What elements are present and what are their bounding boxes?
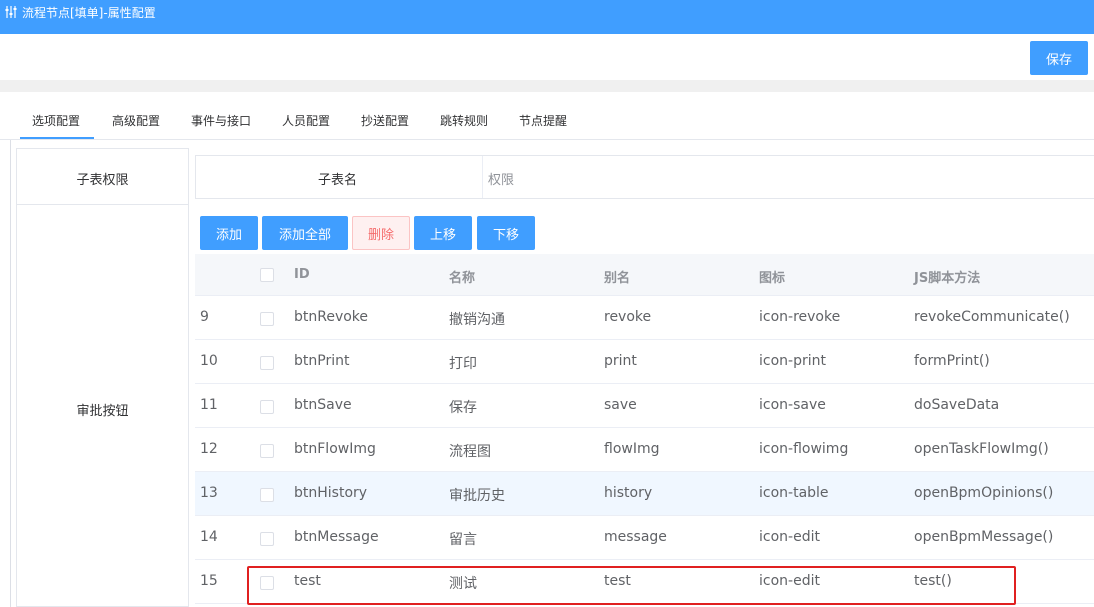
cell-id: btnHistory (294, 485, 368, 501)
cell-alias: revoke (604, 309, 652, 325)
cell-js: test() (914, 573, 952, 589)
table-row[interactable]: 10 btnPrint 打印 print icon-print formPrin… (195, 340, 1094, 384)
cell-name: 撤销沟通 (449, 312, 505, 328)
add-all-button[interactable]: 添加全部 (262, 216, 348, 250)
tab-users[interactable]: 人员配置 (282, 112, 330, 129)
row-checkbox[interactable] (260, 576, 274, 590)
cell-alias: message (604, 529, 667, 545)
cell-icon: icon-save (759, 397, 826, 413)
column-header-name: 名称 (449, 271, 476, 286)
cell-js: openBpmMessage() (914, 529, 1054, 545)
row-number: 10 (200, 353, 218, 369)
tab-reminder[interactable]: 节点提醒 (519, 112, 567, 129)
window-title: 流程节点[填单]-属性配置 (22, 6, 156, 20)
row-checkbox[interactable] (260, 488, 274, 502)
row-checkbox[interactable] (260, 400, 274, 414)
table-header: ID 名称 别名 图标 JS脚本方法 (195, 254, 1094, 296)
column-header-icon: 图标 (759, 271, 786, 286)
select-all-checkbox[interactable] (260, 268, 274, 282)
approval-buttons-label-cell: 审批按钮 (16, 204, 189, 607)
tab-jump-rules[interactable]: 跳转规则 (440, 112, 488, 129)
move-down-button[interactable]: 下移 (477, 216, 535, 250)
column-header-id: ID (294, 267, 310, 282)
row-number: 12 (200, 441, 218, 457)
toolbar: 保存 (0, 34, 1094, 80)
row-number: 11 (200, 397, 218, 413)
row-checkbox[interactable] (260, 532, 274, 546)
cell-id: btnFlowImg (294, 441, 376, 457)
add-button[interactable]: 添加 (200, 216, 258, 250)
divider (0, 80, 1094, 92)
table-row[interactable]: 11 btnSave 保存 save icon-save doSaveData (195, 384, 1094, 428)
cell-name: 保存 (449, 400, 477, 416)
subtable-label-cell: 子表权限 (16, 148, 189, 205)
cell-name: 测试 (449, 576, 477, 592)
table-row[interactable]: 12 btnFlowImg 流程图 flowImg icon-flowimg o… (195, 428, 1094, 472)
cell-id: test (294, 573, 321, 589)
row-checkbox[interactable] (260, 356, 274, 370)
cell-icon: icon-flowimg (759, 441, 849, 457)
active-tab-indicator (20, 137, 94, 139)
move-up-button[interactable]: 上移 (414, 216, 472, 250)
cell-id: btnRevoke (294, 309, 369, 325)
cell-alias: save (604, 397, 637, 413)
table-row[interactable]: 13 btnHistory 审批历史 history icon-table op… (195, 472, 1094, 516)
row-number: 14 (200, 529, 218, 545)
tab-options[interactable]: 选项配置 (32, 112, 80, 129)
cell-icon: icon-edit (759, 529, 820, 545)
tab-advanced[interactable]: 高级配置 (112, 112, 160, 129)
column-divider (482, 156, 483, 198)
title-bar: 流程节点[填单]-属性配置 (0, 0, 1094, 34)
cell-alias: test (604, 573, 631, 589)
subtable-permission-header: 权限 (488, 173, 515, 188)
cell-name: 打印 (449, 356, 477, 372)
cell-id: btnPrint (294, 353, 350, 369)
table-row[interactable]: 15 test 测试 test icon-edit test() (195, 560, 1094, 604)
cell-name: 审批历史 (449, 488, 505, 504)
cell-id: btnSave (294, 397, 352, 413)
column-header-js: JS脚本方法 (914, 271, 981, 286)
settings-sliders-icon (5, 6, 17, 18)
row-checkbox[interactable] (260, 312, 274, 326)
subtable-header: 子表名 权限 (195, 155, 1094, 199)
delete-button[interactable]: 删除 (352, 216, 410, 250)
cell-name: 留言 (449, 532, 477, 548)
cell-icon: icon-table (759, 485, 829, 501)
column-header-alias: 别名 (604, 271, 631, 286)
cell-alias: print (604, 353, 637, 369)
tab-cc[interactable]: 抄送配置 (361, 112, 409, 129)
tab-events[interactable]: 事件与接口 (191, 112, 251, 129)
subtable-name-header: 子表名 (318, 173, 358, 188)
cell-icon: icon-print (759, 353, 826, 369)
save-button[interactable]: 保存 (1030, 41, 1088, 75)
row-number: 15 (200, 573, 218, 589)
table-row[interactable]: 9 btnRevoke 撤销沟通 revoke icon-revoke revo… (195, 296, 1094, 340)
row-number: 9 (200, 309, 209, 325)
row-number: 13 (200, 485, 218, 501)
cell-js: revokeCommunicate() (914, 309, 1070, 325)
tab-bar: 选项配置 高级配置 事件与接口 人员配置 抄送配置 跳转规则 节点提醒 (0, 92, 1094, 140)
cell-js: formPrint() (914, 353, 990, 369)
cell-id: btnMessage (294, 529, 379, 545)
approval-buttons-label: 审批按钮 (76, 404, 129, 419)
cell-icon: icon-edit (759, 573, 820, 589)
cell-name: 流程图 (449, 444, 491, 460)
cell-js: doSaveData (914, 397, 1000, 413)
cell-icon: icon-revoke (759, 309, 841, 325)
cell-js: openBpmOpinions() (914, 485, 1054, 501)
row-checkbox[interactable] (260, 444, 274, 458)
subtable-label: 子表权限 (76, 173, 129, 188)
cell-alias: flowImg (604, 441, 660, 457)
cell-alias: history (604, 485, 653, 501)
table-row[interactable]: 14 btnMessage 留言 message icon-edit openB… (195, 516, 1094, 560)
cell-js: openTaskFlowImg() (914, 441, 1049, 457)
